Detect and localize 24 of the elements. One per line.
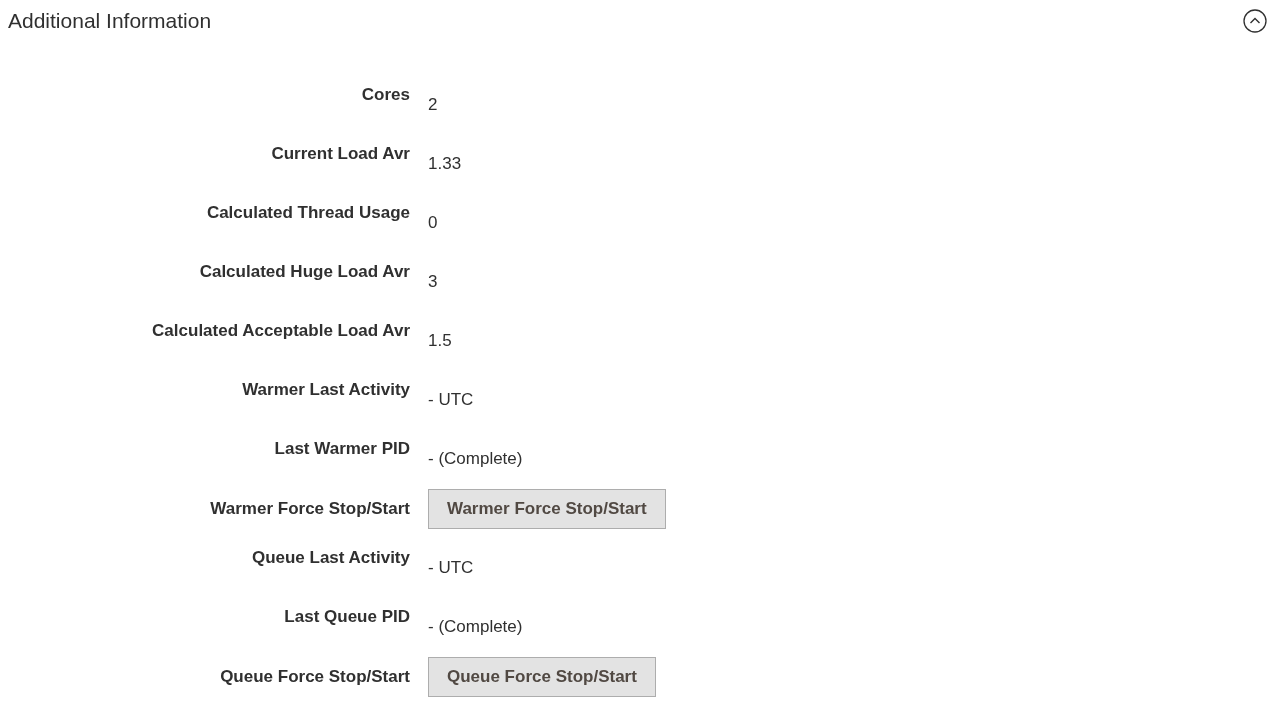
field-label: Queue Last Activity <box>251 547 410 569</box>
field-value: 3 <box>428 272 438 291</box>
field-value: 1.33 <box>428 154 462 173</box>
field-label: Current Load Avr <box>271 143 410 165</box>
section-title: Additional Information <box>8 9 212 33</box>
collapse-icon[interactable] <box>1243 9 1267 33</box>
field-label: Cores <box>361 84 410 106</box>
field-label: Calculated Huge Load Avr <box>199 261 410 283</box>
force-stop-start-button[interactable]: Warmer Force Stop/Start <box>428 489 666 529</box>
field-value: 2 <box>428 95 438 114</box>
field-label: Queue Force Stop/Start <box>220 666 410 688</box>
field-value: 0 <box>428 213 438 232</box>
field-value: - (Complete) <box>428 617 523 636</box>
field-value: - UTC <box>428 390 474 409</box>
field-value: - UTC <box>428 558 474 577</box>
field-label: Calculated Thread Usage <box>206 202 410 224</box>
field-label: Last Queue PID <box>284 606 410 628</box>
field-label: Warmer Last Activity <box>242 379 410 401</box>
field-value: 1.5 <box>428 331 452 350</box>
field-label: Last Warmer PID <box>274 438 410 460</box>
field-label: Warmer Force Stop/Start <box>210 498 410 520</box>
field-label: Calculated Acceptable Load Avr <box>152 320 410 342</box>
field-value: - (Complete) <box>428 449 523 468</box>
force-stop-start-button[interactable]: Queue Force Stop/Start <box>428 657 656 697</box>
